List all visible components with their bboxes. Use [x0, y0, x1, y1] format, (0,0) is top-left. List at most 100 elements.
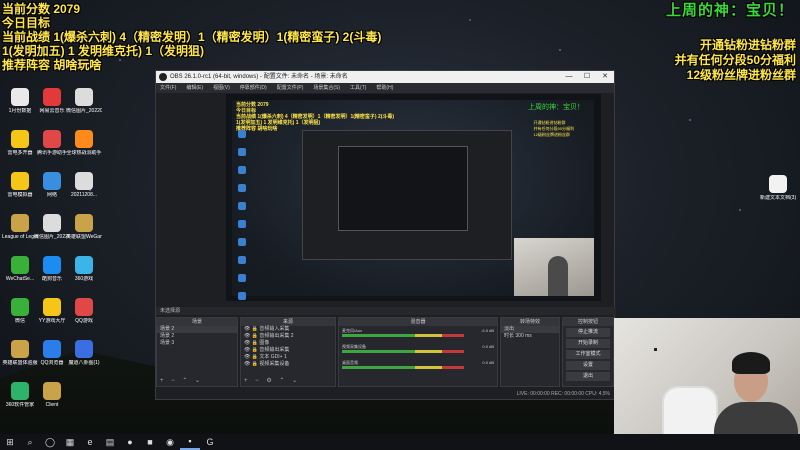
- obs-menu-item[interactable]: 场景集合(S): [313, 83, 340, 93]
- obs-menu-item[interactable]: 编辑(E): [186, 83, 203, 93]
- mixer-channel[interactable]: 麦克风/Aux -5.5 dB: [342, 328, 494, 342]
- desktop-icon[interactable]: 网络: [34, 172, 70, 198]
- app-icon: [75, 172, 93, 190]
- source-item[interactable]: 👁 🔒 图像: [241, 340, 335, 347]
- taskbar-item[interactable]: ◯: [40, 434, 60, 450]
- desktop-icon-label: 20211208...: [70, 192, 98, 198]
- desktop-icon[interactable]: 英雄联盟WeGame版: [66, 214, 102, 240]
- desktop-icon[interactable]: QQ游戏: [66, 298, 102, 324]
- taskbar-item[interactable]: ⌕: [20, 434, 40, 450]
- desktop-icon[interactable]: 全球热战洞助手: [66, 130, 102, 156]
- volume-meter[interactable]: [342, 350, 464, 353]
- close-icon[interactable]: ✕: [596, 71, 614, 83]
- sources-controls[interactable]: + − ⚙ ⌃ ⌄: [244, 377, 300, 384]
- desktop-icon[interactable]: QQ浏览器: [34, 340, 70, 366]
- overlay-fan-line: 12级粉丝牌进粉丝群: [686, 68, 796, 82]
- volume-meter[interactable]: [342, 334, 464, 337]
- desktop-icon[interactable]: 1月份数据: [2, 88, 38, 114]
- app-icon: [43, 130, 61, 148]
- source-item[interactable]: 👁 🔒 文本 GDI+ 1: [241, 354, 335, 361]
- taskbar-item[interactable]: ▦: [60, 434, 80, 450]
- mixer-channel[interactable]: 视频采集设备 0.0 dB: [342, 344, 494, 358]
- app-icon: [75, 88, 93, 106]
- obs-menu-item[interactable]: 视图(V): [213, 83, 230, 93]
- app-icon: [11, 172, 29, 190]
- desktop-icon[interactable]: 英雄联盟体验服: [2, 340, 38, 366]
- mixer-channel[interactable]: 桌面音频 0.0 dB: [342, 360, 494, 374]
- stream-overlay-stats: 当前分数 2079 今日目标 当前战绩 1(爆杀六刺) 4（精密发明）1（精密发明）…: [2, 2, 381, 72]
- transitions-dock[interactable]: 转场特效 淡出 时长 300 ms: [500, 317, 560, 387]
- mixer-dock[interactable]: 混音器 麦克风/Aux -5.5 dB 视频采集设备 0.0 dB 桌面音频 0.0 dB: [338, 317, 498, 387]
- scene-item[interactable]: 场景 3: [157, 340, 237, 347]
- preview-desktop-icons: [232, 130, 292, 300]
- desktop-icon[interactable]: WeChatSe...: [2, 256, 38, 282]
- taskbar-item[interactable]: G: [200, 434, 220, 450]
- taskbar-item[interactable]: ⊞: [0, 434, 20, 450]
- sources-dock[interactable]: 来源 👁 🔒 音频输入采集 👁 🔒 音频输出采集 2 👁 🔒 图像 👁 🔒 音频输出采…: [240, 317, 336, 387]
- transition-select[interactable]: 淡出: [501, 326, 559, 333]
- minimize-icon[interactable]: —: [560, 71, 578, 83]
- desktop-icon-label: 雷电模拟器: [7, 192, 33, 198]
- desktop-icon[interactable]: 微信: [2, 298, 38, 324]
- maximize-icon[interactable]: ☐: [578, 71, 596, 83]
- desktop-icon[interactable]: Client: [34, 382, 70, 408]
- overlay-fan-line: 并有任何分段50分福利: [674, 53, 796, 67]
- desktop-icon-label: 全球热战洞助手: [66, 150, 102, 156]
- app-icon: [75, 340, 93, 358]
- desktop-icon-label: 网络: [46, 192, 57, 198]
- source-item[interactable]: 👁 🔒 音频输出采集 2: [241, 333, 335, 340]
- stream-overlay-fan-info: 开通钻粉进钻粉群 并有任何分段50分福利 12级粉丝牌进粉丝群: [675, 38, 796, 83]
- desktop-icon[interactable]: YY游戏大厅: [34, 298, 70, 324]
- desktop-icon[interactable]: 360游戏: [66, 256, 102, 282]
- desktop-icon[interactable]: 腾讯手游助手: [34, 130, 70, 156]
- scene-item[interactable]: 场景 2: [157, 326, 237, 333]
- desktop-icon[interactable]: 雷电多开器: [2, 130, 38, 156]
- scenes-controls[interactable]: + − ⌃ ⌄: [160, 377, 203, 384]
- taskbar-item[interactable]: ◉: [160, 434, 180, 450]
- control-button[interactable]: 停止推流: [566, 328, 610, 337]
- desktop-icon-label: Client: [45, 402, 59, 408]
- obs-preview[interactable]: 当前分数 2079 今日目标 当前战绩 1(爆杀六刺) 4（精密发明）1（精密发明）…: [226, 94, 601, 301]
- desktop-icon-text-file[interactable]: 新建文本文档(3): [760, 175, 796, 201]
- app-icon: [11, 256, 29, 274]
- control-button[interactable]: 工作室模式: [566, 350, 610, 359]
- control-button[interactable]: 退出: [566, 372, 610, 381]
- desktop-icon-label: 腾讯手游助手: [36, 150, 67, 156]
- obs-title: OBS 26.1.0-rc1 (64-bit, windows) - 配置文件:…: [170, 74, 348, 80]
- desktop-icon[interactable]: 网易云音乐: [34, 88, 70, 114]
- taskbar-item[interactable]: ▤: [100, 434, 120, 450]
- obs-menu-item[interactable]: 帮助(H): [376, 83, 393, 93]
- taskbar-item[interactable]: e: [80, 434, 100, 450]
- desktop-icon[interactable]: 魔道八卦图(1): [66, 340, 102, 366]
- obs-window[interactable]: OBS 26.1.0-rc1 (64-bit, windows) - 配置文件:…: [155, 70, 616, 400]
- desktop-icon[interactable]: 微信图片_2022021...: [34, 214, 70, 240]
- volume-meter[interactable]: [342, 366, 464, 369]
- desktop-icon[interactable]: 20211208...: [66, 172, 102, 198]
- desktop-icon[interactable]: 微信图片_2022021...: [66, 88, 102, 114]
- mixer-channel-db: -5.5 dB: [481, 328, 494, 333]
- overlay-stat-line: 今日目标: [2, 16, 51, 30]
- obs-menu-item[interactable]: 停靠部件(D): [240, 83, 267, 93]
- obs-menu-item[interactable]: 配置文件(P): [277, 83, 304, 93]
- desktop-icon-label: 英雄联盟体验服: [2, 360, 38, 366]
- scenes-list: 场景 2 场景 2 场景 3: [157, 326, 237, 347]
- desktop-icon[interactable]: League of Legends: [2, 214, 38, 240]
- source-item[interactable]: 👁 🔒 视频采集设备: [241, 361, 335, 368]
- controls-dock[interactable]: 控制按钮 停止推流 开始录制 工作室模式 设置 退出: [562, 317, 614, 387]
- desktop-icon[interactable]: 酷狗音乐: [34, 256, 70, 282]
- duration-field[interactable]: 时长 300 ms: [501, 333, 559, 340]
- obs-menu-item[interactable]: 文件(F): [160, 83, 176, 93]
- desktop-icon[interactable]: 360软件管家: [2, 382, 38, 408]
- source-item[interactable]: 👁 🔒 音频输出采集: [241, 347, 335, 354]
- source-item[interactable]: 👁 🔒 音频输入采集: [241, 326, 335, 333]
- obs-menu-item[interactable]: 工具(T): [350, 83, 366, 93]
- taskbar-item[interactable]: ●: [120, 434, 140, 450]
- scenes-dock[interactable]: 场景 场景 2 场景 2 场景 3 + − ⌃ ⌄: [156, 317, 238, 387]
- taskbar-item[interactable]: ▪: [180, 434, 200, 450]
- control-button[interactable]: 设置: [566, 361, 610, 370]
- scene-item[interactable]: 场景 2: [157, 333, 237, 340]
- desktop-icon[interactable]: 雷电模拟器: [2, 172, 38, 198]
- app-icon: [43, 214, 61, 232]
- taskbar-item[interactable]: ■: [140, 434, 160, 450]
- control-button[interactable]: 开始录制: [566, 339, 610, 348]
